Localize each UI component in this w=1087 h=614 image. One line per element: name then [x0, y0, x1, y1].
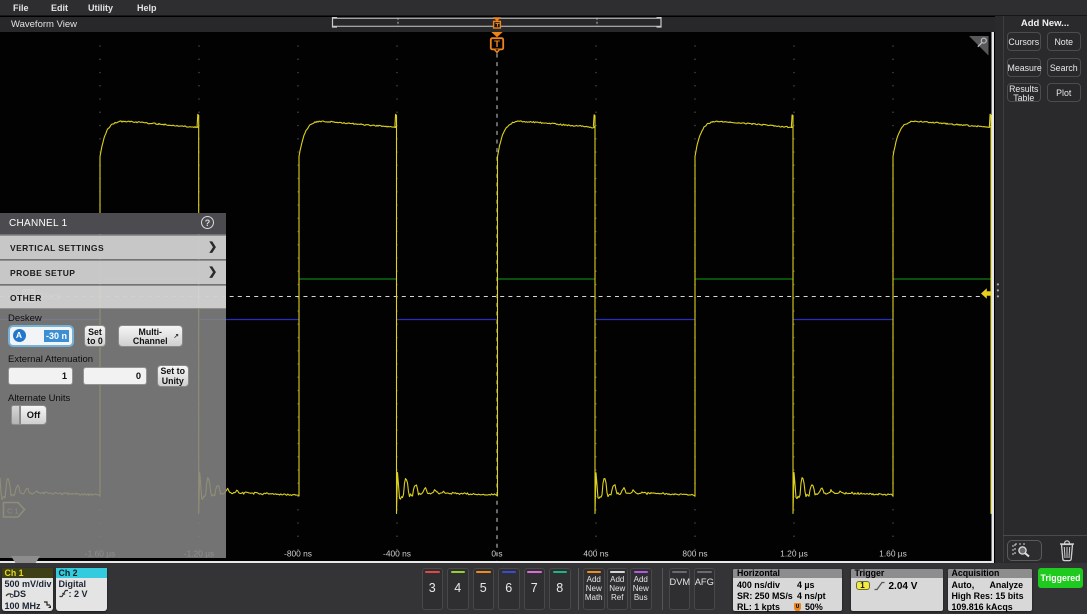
svg-text:-800 ns: -800 ns — [284, 549, 312, 559]
svg-text:400 ns: 400 ns — [583, 549, 608, 559]
svg-text:800 ns: 800 ns — [682, 549, 707, 559]
svg-text:T: T — [494, 39, 500, 50]
svg-text:1.20 µs: 1.20 µs — [780, 549, 808, 559]
svg-text:1.60 µs: 1.60 µs — [879, 549, 907, 559]
svg-text:0 s: 0 s — [491, 549, 502, 559]
svg-text:-400 ns: -400 ns — [383, 549, 411, 559]
